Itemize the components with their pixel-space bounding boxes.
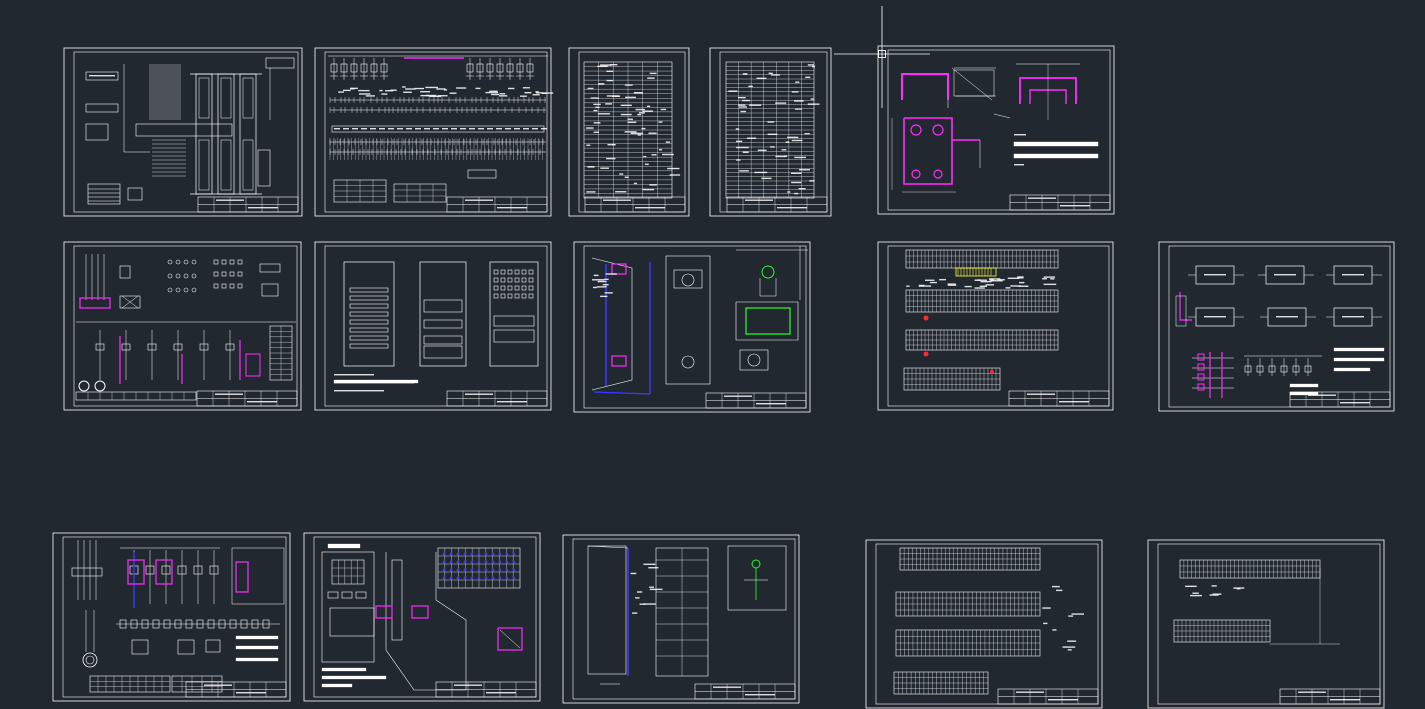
model-space-viewport[interactable] <box>0 0 1425 709</box>
sheet-10[interactable] <box>1158 241 1395 412</box>
sheets-layer <box>52 45 1395 709</box>
title-block <box>197 196 299 213</box>
title-block <box>435 681 537 698</box>
sheet-15[interactable] <box>1147 539 1385 709</box>
sheet-8[interactable] <box>573 241 811 413</box>
sheet-3[interactable] <box>568 47 690 217</box>
sheet-2[interactable] <box>314 47 554 217</box>
title-block <box>705 392 807 409</box>
drawing-canvas[interactable] <box>0 0 1425 709</box>
sheet-7[interactable] <box>314 241 552 411</box>
title-block <box>196 390 298 407</box>
title-block <box>1279 688 1381 705</box>
sheet-6[interactable] <box>63 241 302 411</box>
title-block <box>446 390 548 407</box>
title-block <box>446 196 548 213</box>
title-block <box>1008 390 1110 407</box>
sheet-4[interactable] <box>709 47 832 217</box>
sheet-9[interactable] <box>877 241 1114 411</box>
sheet-11[interactable] <box>52 532 291 702</box>
title-block <box>1009 194 1111 211</box>
sheet-12[interactable] <box>303 532 541 702</box>
sheet-5[interactable] <box>877 45 1115 215</box>
title-block <box>694 683 796 700</box>
sheet-1[interactable] <box>63 47 303 217</box>
sheet-13[interactable] <box>562 534 800 704</box>
sheet-14[interactable] <box>865 539 1103 709</box>
title-block <box>185 681 287 698</box>
title-block <box>584 196 686 213</box>
title-block <box>726 196 828 213</box>
title-block <box>997 688 1099 705</box>
crosshair-cursor <box>834 6 930 108</box>
